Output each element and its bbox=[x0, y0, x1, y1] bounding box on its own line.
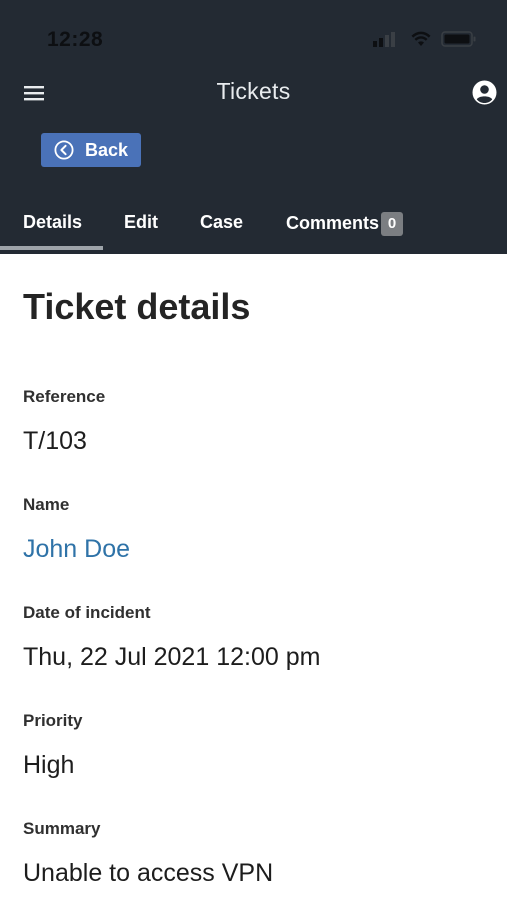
tab-bar: Details Edit Case Comments 0 bbox=[0, 198, 507, 254]
wifi-icon bbox=[411, 31, 431, 46]
name-link[interactable]: John Doe bbox=[23, 535, 130, 564]
tab-comments[interactable]: Comments 0 bbox=[286, 212, 404, 236]
tab-details[interactable]: Details bbox=[23, 212, 82, 233]
circle-chevron-left-icon bbox=[54, 140, 74, 160]
signal-icon bbox=[373, 32, 395, 47]
page-title: Ticket details bbox=[23, 286, 251, 327]
reference-label: Reference bbox=[23, 387, 106, 406]
priority-label: Priority bbox=[23, 711, 83, 730]
account-circle-icon[interactable] bbox=[472, 80, 497, 105]
active-tab-indicator bbox=[0, 246, 103, 250]
header-bar: 12:28 Tickets Back Details Edit Case Com… bbox=[0, 0, 507, 254]
tab-comments-label: Comments bbox=[286, 213, 380, 233]
back-button[interactable]: Back bbox=[41, 133, 141, 167]
tab-edit[interactable]: Edit bbox=[124, 212, 158, 233]
battery-icon bbox=[441, 31, 476, 47]
comment-count-badge: 0 bbox=[381, 212, 404, 236]
summary-value: Unable to access VPN bbox=[23, 859, 274, 887]
priority-value: High bbox=[23, 751, 75, 779]
date-of-incident-label: Date of incident bbox=[23, 603, 151, 622]
reference-value: T/103 bbox=[23, 427, 87, 455]
back-button-label: Back bbox=[85, 139, 129, 160]
app-screen: 12:28 Tickets Back Details Edit Case Com… bbox=[0, 0, 507, 900]
tab-case[interactable]: Case bbox=[200, 212, 243, 233]
summary-label: Summary bbox=[23, 819, 101, 838]
name-label: Name bbox=[23, 495, 70, 514]
page-title-header: Tickets bbox=[216, 78, 291, 104]
date-of-incident-value: Thu, 22 Jul 2021 12:00 pm bbox=[23, 643, 321, 671]
status-time: 12:28 bbox=[47, 28, 104, 51]
